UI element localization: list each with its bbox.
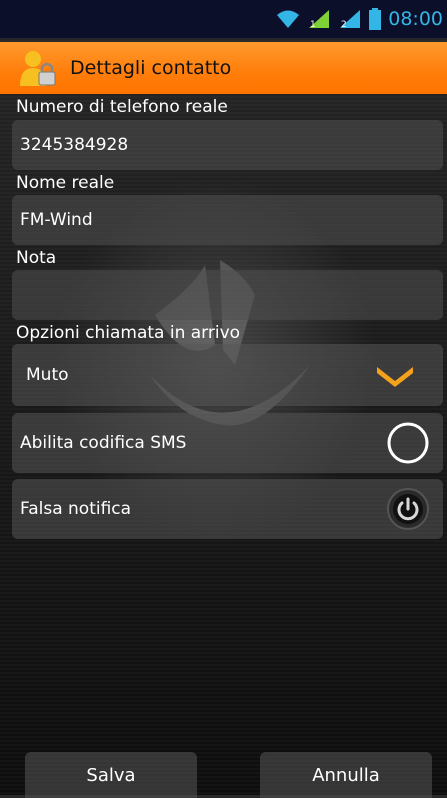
name-value: FM-Wind	[20, 210, 93, 230]
phone-label: Numero di telefono reale	[16, 97, 228, 117]
radio-off-icon[interactable]	[385, 420, 431, 466]
call-options-select[interactable]: Muto	[12, 344, 443, 406]
sms-encoding-label: Abilita codifica SMS	[20, 433, 187, 453]
cancel-button[interactable]: Annulla	[260, 752, 432, 798]
name-label: Nome reale	[16, 173, 115, 193]
note-field[interactable]	[12, 270, 443, 320]
contact-lock-icon	[20, 51, 56, 86]
battery-icon	[369, 8, 382, 30]
wifi-icon	[277, 10, 300, 28]
call-options-value: Muto	[26, 365, 69, 385]
fake-notification-row[interactable]: Falsa notifica	[12, 479, 443, 539]
svg-text:2: 2	[341, 20, 347, 29]
call-options-label: Opzioni chiamata in arrivo	[16, 323, 241, 343]
note-label: Nota	[16, 248, 57, 268]
status-bar: 1 2 08:00	[0, 0, 447, 38]
svg-text:1: 1	[310, 20, 316, 29]
sms-encoding-row[interactable]: Abilita codifica SMS	[12, 413, 443, 473]
power-icon[interactable]	[385, 486, 431, 532]
signal-sim2-icon: 2	[340, 10, 361, 29]
name-field[interactable]: FM-Wind	[12, 195, 443, 245]
phone-field[interactable]: 3245384928	[12, 120, 443, 170]
save-button[interactable]: Salva	[25, 752, 197, 798]
signal-sim1-icon: 1	[309, 10, 330, 29]
title-bar: Dettagli contatto	[0, 42, 447, 94]
fake-notification-label: Falsa notifica	[20, 499, 132, 519]
page-title: Dettagli contatto	[70, 57, 232, 79]
clock: 08:00	[388, 8, 443, 30]
chevron-down-icon	[377, 367, 413, 387]
phone-value: 3245384928	[20, 135, 129, 155]
